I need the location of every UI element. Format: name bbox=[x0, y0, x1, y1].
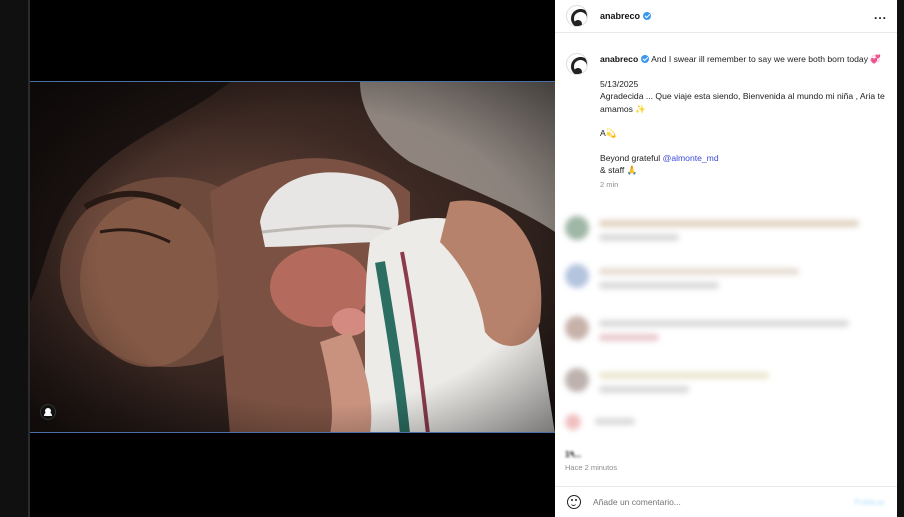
mention-link[interactable]: @almonte_md bbox=[663, 153, 719, 163]
publish-button[interactable]: Publicar bbox=[854, 497, 885, 507]
comment-text bbox=[599, 320, 849, 327]
post-photo[interactable] bbox=[30, 81, 555, 433]
comment-input[interactable] bbox=[593, 497, 813, 507]
comment-text bbox=[599, 220, 859, 227]
user-tag-icon[interactable] bbox=[40, 404, 56, 420]
comment-meta bbox=[599, 234, 679, 241]
caption-line-4: Beyond grateful bbox=[600, 152, 663, 163]
comment-meta bbox=[599, 282, 719, 289]
caption-time: 2 min bbox=[600, 179, 619, 189]
comment-row[interactable] bbox=[565, 364, 890, 400]
caption-line-1: And I swear ill remember to say we were … bbox=[651, 54, 882, 64]
action-icons bbox=[595, 418, 635, 425]
avatar bbox=[565, 216, 589, 240]
verified-badge-icon bbox=[643, 12, 652, 20]
right-margin bbox=[897, 0, 904, 517]
caption-line-3: A💫 bbox=[600, 128, 617, 138]
likes-count[interactable]: 1٩... bbox=[565, 449, 581, 460]
comment-text bbox=[599, 372, 769, 379]
caption-username[interactable]: anabreco bbox=[600, 54, 638, 64]
avatar bbox=[565, 316, 589, 340]
post-side-panel: anabreco ... anabreco And I swear ill re… bbox=[555, 0, 897, 517]
caption-line-2: 5/13/2025 Agradecida ... Que viaje esta … bbox=[600, 78, 885, 114]
comment-row[interactable] bbox=[565, 312, 890, 348]
posted-ago: Hace 2 minutos bbox=[565, 463, 618, 472]
caption-line-5: & staff 🙏 bbox=[600, 165, 638, 175]
post-viewer: anabreco ... anabreco And I swear ill re… bbox=[0, 0, 904, 517]
comments-list bbox=[555, 212, 897, 442]
left-margin bbox=[0, 0, 28, 517]
more-options-icon[interactable]: ... bbox=[874, 8, 887, 22]
caption-avatar[interactable] bbox=[566, 53, 588, 75]
post-caption: anabreco And I swear ill remember to say… bbox=[600, 53, 890, 191]
comment-bar: Publicar bbox=[555, 486, 897, 517]
comment-row[interactable] bbox=[565, 212, 890, 248]
username-text[interactable]: anabreco bbox=[600, 11, 640, 21]
avatar bbox=[565, 368, 589, 392]
post-header: anabreco ... bbox=[555, 0, 897, 33]
like-icon[interactable] bbox=[565, 414, 581, 430]
comment-meta bbox=[599, 334, 659, 341]
emoji-icon[interactable] bbox=[567, 495, 581, 509]
avatar bbox=[565, 264, 589, 288]
header-username[interactable]: anabreco bbox=[600, 11, 652, 21]
avatar[interactable] bbox=[566, 5, 588, 27]
photo-illustration bbox=[30, 82, 555, 432]
verified-badge-icon bbox=[641, 55, 650, 63]
comment-row[interactable] bbox=[565, 260, 890, 296]
comment-meta bbox=[599, 386, 689, 393]
action-row[interactable] bbox=[565, 410, 890, 446]
comment-text bbox=[599, 268, 799, 275]
